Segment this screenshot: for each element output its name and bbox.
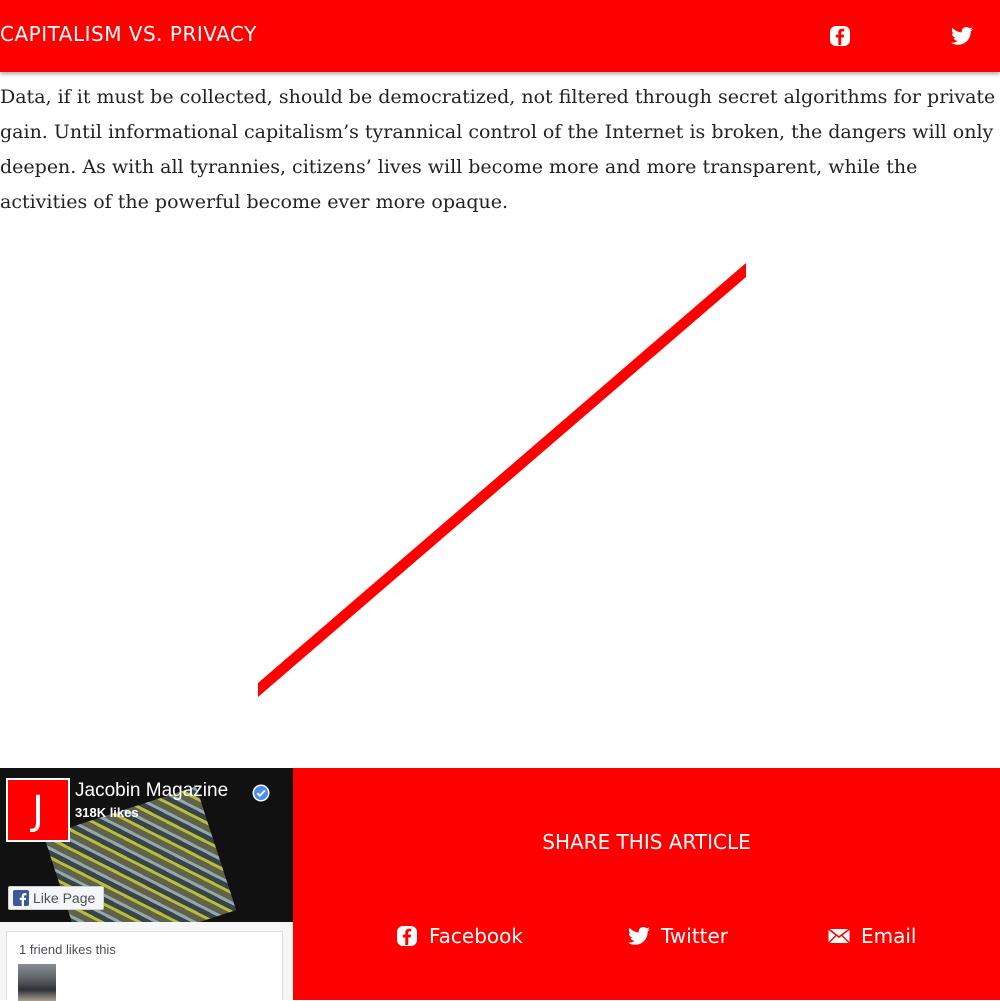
share-twitter-button[interactable]: Twitter <box>627 924 728 948</box>
friend-avatar[interactable] <box>18 964 56 1001</box>
share-email-button[interactable]: Email <box>827 924 917 948</box>
jacobin-logo[interactable]: J <box>6 778 70 842</box>
facebook-page-name[interactable]: Jacobin Magazine <box>75 780 228 802</box>
like-page-button[interactable]: Like Page <box>8 886 105 910</box>
share-twitter-label: Twitter <box>661 924 729 948</box>
share-panel: SHARE THIS ARTICLE Facebook Twitter Emai… <box>293 768 1000 1000</box>
facebook-small-icon <box>13 890 29 906</box>
like-page-label: Like Page <box>33 890 96 906</box>
share-title: SHARE THIS ARTICLE <box>542 830 751 854</box>
email-icon <box>828 928 850 944</box>
share-facebook-button[interactable]: Facebook <box>395 924 523 948</box>
twitter-icon <box>628 927 650 945</box>
friends-like-text: 1 friend likes this <box>19 942 116 957</box>
facebook-cover-image[interactable]: J Jacobin Magazine 318K likes Like Page <box>0 768 293 922</box>
share-email-label: Email <box>861 924 917 948</box>
logo-letter: J <box>32 788 44 834</box>
facebook-page-widget: J Jacobin Magazine 318K likes Like Page … <box>0 768 293 1001</box>
verified-badge-icon <box>252 784 270 802</box>
facebook-icon <box>397 926 417 946</box>
facebook-likes-count: 318K likes <box>75 805 139 820</box>
share-facebook-label: Facebook <box>429 924 523 948</box>
friends-box: 1 friend likes this <box>6 931 283 1001</box>
